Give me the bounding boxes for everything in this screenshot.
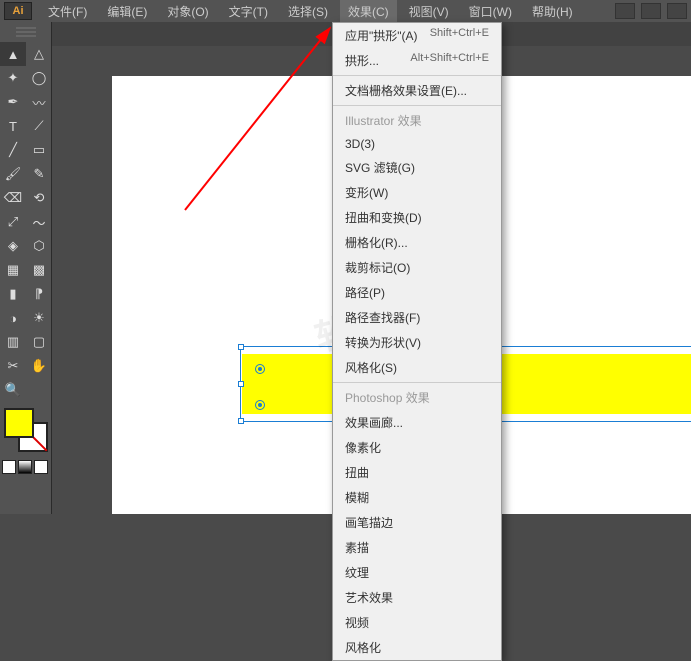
pen-tool[interactable]: ✒ — [0, 90, 26, 114]
color-mode-none[interactable] — [34, 460, 48, 474]
anchor-point-1[interactable] — [255, 364, 265, 374]
menu-shortcut: Shift+Ctrl+E — [430, 27, 489, 44]
menu-bar: 文件(F) 编辑(E) 对象(O) 文字(T) 选择(S) 效果(C) 视图(V… — [40, 0, 581, 23]
shape-builder-tool[interactable]: ⬡ — [26, 234, 52, 258]
menu-arch[interactable]: 拱形... Alt+Shift+Ctrl+E — [333, 48, 501, 73]
menu-distort-transform[interactable]: 扭曲和变换(D) — [333, 205, 501, 230]
menu-warp[interactable]: 变形(W) — [333, 180, 501, 205]
menu-file[interactable]: 文件(F) — [40, 0, 95, 23]
type-tool[interactable]: T — [0, 114, 26, 138]
anchor-point-2[interactable] — [255, 400, 265, 410]
menu-apply-last-effect[interactable]: 应用"拱形"(A) Shift+Ctrl+E — [333, 23, 501, 48]
menu-label: 拱形... — [345, 52, 379, 69]
menu-shortcut: Alt+Shift+Ctrl+E — [410, 52, 489, 69]
color-mode-row — [0, 458, 51, 476]
menu-svg-filter[interactable]: SVG 滤镜(G) — [333, 155, 501, 180]
menu-help[interactable]: 帮助(H) — [524, 0, 581, 23]
color-swatches — [4, 408, 48, 452]
menu-rasterize[interactable]: 栅格化(R)... — [333, 230, 501, 255]
menu-separator — [333, 75, 501, 76]
menu-effect-gallery[interactable]: 效果画廊... — [333, 410, 501, 435]
slice-tool[interactable]: ✂ — [0, 354, 26, 378]
curvature-tool[interactable]: 〰 — [26, 90, 52, 114]
menu-object[interactable]: 对象(O) — [159, 0, 216, 23]
menu-effect[interactable]: 效果(C) — [340, 0, 397, 23]
fill-swatch[interactable] — [4, 408, 34, 438]
selection-tool[interactable]: ▲ — [0, 42, 26, 66]
menu-view[interactable]: 视图(V) — [401, 0, 457, 23]
menu-crop-marks[interactable]: 裁剪标记(O) — [333, 255, 501, 280]
menu-artistic[interactable]: 艺术效果 — [333, 585, 501, 610]
selection-handle-w[interactable] — [238, 381, 244, 387]
top-right-icons — [615, 3, 687, 19]
symbol-tool[interactable]: ☀ — [26, 306, 52, 330]
menu-texture[interactable]: 纹理 — [333, 560, 501, 585]
menu-select[interactable]: 选择(S) — [280, 0, 336, 23]
lasso-tool[interactable]: ◯ — [26, 66, 52, 90]
hand-tool[interactable]: ✋ — [26, 354, 52, 378]
selection-handle-nw[interactable] — [238, 344, 244, 350]
free-transform-tool[interactable]: ◈ — [0, 234, 26, 258]
brush-tool[interactable]: 🖌 — [0, 162, 26, 186]
selection-handle-sw[interactable] — [238, 418, 244, 424]
gradient-tool[interactable]: ▮ — [0, 282, 26, 306]
color-mode-gradient[interactable] — [18, 460, 32, 474]
scale-tool[interactable]: ⤢ — [0, 210, 26, 234]
stock-icon[interactable] — [641, 3, 661, 19]
menu-distort-ps[interactable]: 扭曲 — [333, 460, 501, 485]
blend-tool[interactable]: ◑ — [0, 306, 26, 330]
menu-convert-shape[interactable]: 转换为形状(V) — [333, 330, 501, 355]
zoom-tool[interactable]: 🔍 — [0, 378, 26, 402]
effect-dropdown-menu: 应用"拱形"(A) Shift+Ctrl+E 拱形... Alt+Shift+C… — [332, 22, 502, 661]
section-photoshop-effects: Photoshop 效果 — [333, 385, 501, 410]
menu-doc-raster-settings[interactable]: 文档栅格效果设置(E)... — [333, 78, 501, 103]
menu-path[interactable]: 路径(P) — [333, 280, 501, 305]
artboard-tool[interactable]: ▢ — [26, 330, 52, 354]
mesh-tool[interactable]: ▩ — [26, 258, 52, 282]
direct-selection-tool[interactable]: △ — [26, 42, 52, 66]
line-tool[interactable]: ╱ — [0, 138, 26, 162]
pencil-tool[interactable]: ✎ — [26, 162, 52, 186]
touch-type-tool[interactable]: ⟋ — [26, 114, 52, 138]
menu-edit[interactable]: 编辑(E) — [99, 0, 155, 23]
panel-grip[interactable] — [0, 22, 51, 42]
rotate-tool[interactable]: ⟲ — [26, 186, 52, 210]
menu-stylize-ps[interactable]: 风格化 — [333, 635, 501, 660]
app-logo: Ai — [4, 2, 32, 20]
menu-sketch[interactable]: 素描 — [333, 535, 501, 560]
menu-separator — [333, 382, 501, 383]
perspective-tool[interactable]: ▦ — [0, 258, 26, 282]
bridge-icon[interactable] — [615, 3, 635, 19]
menu-label: 应用"拱形"(A) — [345, 27, 418, 44]
menu-stylize-ai[interactable]: 风格化(S) — [333, 355, 501, 380]
tool-spacer — [26, 378, 52, 402]
menu-separator — [333, 105, 501, 106]
section-illustrator-effects: Illustrator 效果 — [333, 108, 501, 133]
menu-window[interactable]: 窗口(W) — [461, 0, 520, 23]
menu-pixelate[interactable]: 像素化 — [333, 435, 501, 460]
width-tool[interactable]: 〜 — [26, 210, 52, 234]
color-mode-solid[interactable] — [2, 460, 16, 474]
magic-wand-tool[interactable]: ✦ — [0, 66, 26, 90]
menu-text[interactable]: 文字(T) — [221, 0, 276, 23]
menu-3d[interactable]: 3D(3) — [333, 133, 501, 155]
menu-bar-container: Ai 文件(F) 编辑(E) 对象(O) 文字(T) 选择(S) 效果(C) 视… — [0, 0, 691, 22]
eyedropper-tool[interactable]: ⁋ — [26, 282, 52, 306]
rectangle-tool[interactable]: ▭ — [26, 138, 52, 162]
graph-tool[interactable]: ▥ — [0, 330, 26, 354]
menu-blur[interactable]: 模糊 — [333, 485, 501, 510]
eraser-tool[interactable]: ⌫ — [0, 186, 26, 210]
tool-grid: ▲ △ ✦ ◯ ✒ 〰 T ⟋ ╱ ▭ 🖌 ✎ ⌫ ⟲ ⤢ 〜 ◈ ⬡ ▦ ▩ … — [0, 42, 51, 402]
menu-pathfinder[interactable]: 路径查找器(F) — [333, 305, 501, 330]
arrange-icon[interactable] — [667, 3, 687, 19]
menu-video[interactable]: 视频 — [333, 610, 501, 635]
tool-panel: ▲ △ ✦ ◯ ✒ 〰 T ⟋ ╱ ▭ 🖌 ✎ ⌫ ⟲ ⤢ 〜 ◈ ⬡ ▦ ▩ … — [0, 22, 52, 514]
